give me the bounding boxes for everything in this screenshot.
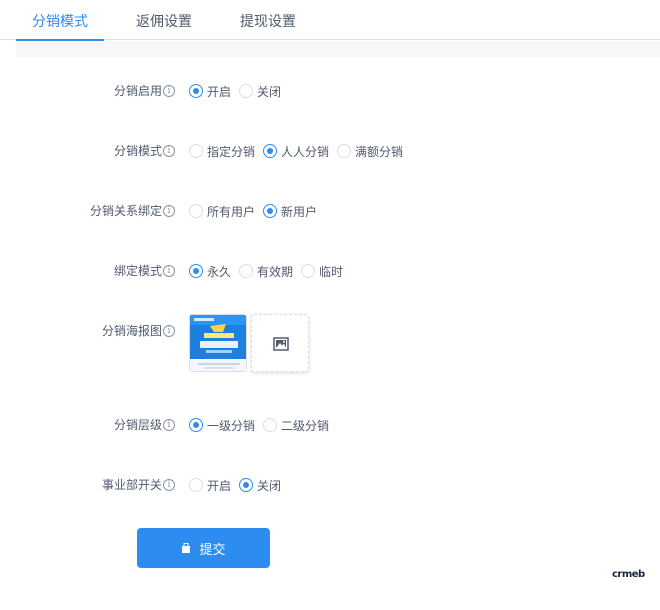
- radio-dot[interactable]: [263, 144, 277, 158]
- radio-label: 人人分销: [281, 144, 330, 159]
- radio-mode-everyone[interactable]: 人人分销: [263, 143, 329, 159]
- radio-dot[interactable]: [189, 264, 203, 278]
- info-icon[interactable]: i: [163, 419, 175, 431]
- radio-dot[interactable]: [301, 264, 315, 278]
- radio-dot[interactable]: [189, 84, 203, 98]
- field-label: 分销启用: [113, 84, 162, 98]
- radio-dot[interactable]: [337, 144, 351, 158]
- submit-label: 提交: [199, 541, 226, 557]
- radio-dot[interactable]: [189, 478, 203, 492]
- tab-withdrawal-settings[interactable]: 提现设置: [226, 0, 310, 40]
- form-row-binding-mode: 绑定模式 i 永久 有效期 临时: [0, 261, 660, 281]
- radio-mode-threshold[interactable]: 满额分销: [337, 143, 403, 159]
- field-label: 事业部开关: [101, 478, 162, 492]
- radio-label: 关闭: [257, 84, 282, 99]
- radio-label: 开启: [207, 478, 232, 493]
- form-row-distribution-level: 分销层级 i 一级分销 二级分销: [0, 415, 660, 435]
- radio-dot[interactable]: [263, 204, 277, 218]
- submit-button[interactable]: 提交: [137, 528, 270, 568]
- form-row-poster: 分销海报图 i: [0, 321, 660, 341]
- field-label: 分销层级: [113, 418, 162, 432]
- radio-dot[interactable]: [189, 204, 203, 218]
- radio-label: 指定分销: [207, 144, 256, 159]
- radio-label: 新用户: [281, 204, 318, 219]
- radio-level-two[interactable]: 二级分销: [263, 417, 329, 433]
- radio-label: 有效期: [257, 264, 294, 279]
- radio-division-on[interactable]: 开启: [189, 477, 231, 493]
- radio-binding-permanent[interactable]: 永久: [189, 263, 231, 279]
- form-row-relation-binding: 分销关系绑定 i 所有用户 新用户: [0, 201, 660, 221]
- field-label: 分销海报图: [101, 324, 162, 338]
- radio-division-off[interactable]: 关闭: [239, 477, 281, 493]
- radio-dot[interactable]: [239, 84, 253, 98]
- tab-distribution-mode[interactable]: 分销模式: [16, 0, 104, 41]
- info-icon[interactable]: i: [163, 325, 175, 337]
- field-label: 分销模式: [113, 144, 162, 158]
- info-icon[interactable]: i: [163, 265, 175, 277]
- radio-label: 所有用户: [207, 204, 256, 219]
- poster-thumbnail[interactable]: [189, 314, 247, 372]
- brand-logo: crmeb: [612, 569, 645, 580]
- poster-thumbnail-image: [190, 315, 246, 371]
- form-row-division-switch: 事业部开关 i 开启 关闭: [0, 475, 660, 495]
- radio-distribution-enabled-on[interactable]: 开启: [189, 83, 231, 99]
- radio-binding-temporary[interactable]: 临时: [301, 263, 343, 279]
- save-icon: [182, 543, 191, 553]
- radio-label: 一级分销: [207, 418, 256, 433]
- field-label: 分销关系绑定: [89, 204, 162, 218]
- radio-binding-validity[interactable]: 有效期: [239, 263, 293, 279]
- radio-mode-designated[interactable]: 指定分销: [189, 143, 255, 159]
- form-row-distribution-enabled: 分销启用 i 开启 关闭: [0, 81, 660, 101]
- radio-distribution-enabled-off[interactable]: 关闭: [239, 83, 281, 99]
- tab-divider-strip: [16, 41, 660, 57]
- tab-bar: 分销模式 返佣设置 提现设置: [0, 0, 660, 41]
- radio-label: 满额分销: [355, 144, 404, 159]
- radio-label: 永久: [207, 264, 232, 279]
- image-upload-icon: [273, 337, 289, 351]
- radio-binding-new-users[interactable]: 新用户: [263, 203, 317, 219]
- image-upload-button[interactable]: [251, 314, 309, 372]
- form-row-distribution-mode: 分销模式 i 指定分销 人人分销 满额分销: [0, 141, 660, 161]
- info-icon[interactable]: i: [163, 145, 175, 157]
- radio-label: 临时: [319, 264, 344, 279]
- radio-dot[interactable]: [189, 418, 203, 432]
- radio-dot[interactable]: [239, 478, 253, 492]
- radio-dot[interactable]: [263, 418, 277, 432]
- radio-label: 二级分销: [281, 418, 330, 433]
- radio-dot[interactable]: [239, 264, 253, 278]
- tab-commission-settings[interactable]: 返佣设置: [122, 0, 206, 40]
- radio-dot[interactable]: [189, 144, 203, 158]
- info-icon[interactable]: i: [163, 479, 175, 491]
- info-icon[interactable]: i: [163, 205, 175, 217]
- radio-label: 关闭: [257, 478, 282, 493]
- radio-label: 开启: [207, 84, 232, 99]
- info-icon[interactable]: i: [163, 85, 175, 97]
- radio-level-one[interactable]: 一级分销: [189, 417, 255, 433]
- radio-binding-all-users[interactable]: 所有用户: [189, 203, 255, 219]
- field-label: 绑定模式: [113, 264, 162, 278]
